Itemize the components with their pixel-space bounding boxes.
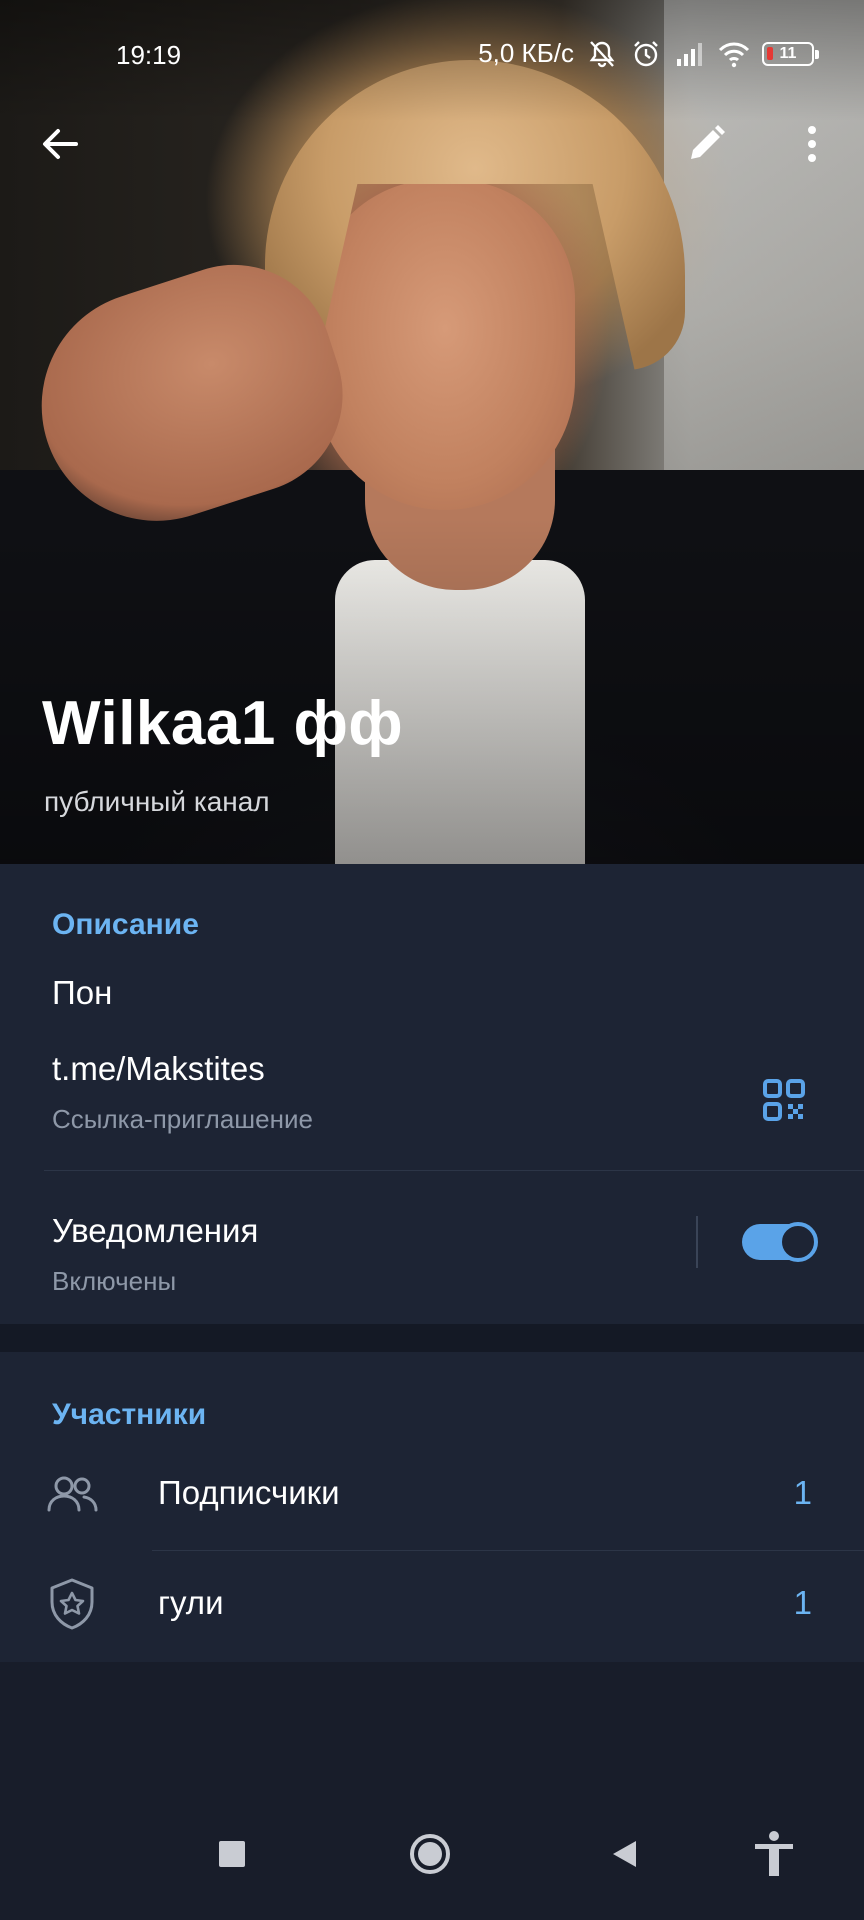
more-options-button[interactable] bbox=[776, 108, 848, 180]
subscribers-row[interactable]: Подписчики 1 bbox=[0, 1440, 864, 1550]
more-vertical-icon bbox=[808, 126, 816, 162]
bell-muted-icon bbox=[589, 40, 615, 67]
notifications-toggle[interactable] bbox=[742, 1222, 818, 1262]
admins-row[interactable]: гули 1 bbox=[0, 1550, 864, 1660]
subscribers-label: Подписчики bbox=[158, 1474, 340, 1511]
invite-link[interactable]: t.me/Makstites bbox=[52, 1050, 265, 1088]
notifications-state: Включены bbox=[52, 1266, 177, 1296]
description-section-title: Описание bbox=[52, 908, 199, 941]
alarm-icon bbox=[634, 40, 658, 66]
status-indicators: 5,0 КБ/с 11 bbox=[478, 38, 819, 69]
channel-description: Пон bbox=[52, 974, 113, 1011]
signal-icon bbox=[677, 42, 702, 66]
toggle-knob bbox=[778, 1222, 818, 1262]
invite-link-caption: Ссылка-приглашение bbox=[52, 1104, 313, 1134]
section-gap bbox=[0, 1324, 864, 1352]
members-section-title: Участники bbox=[52, 1398, 207, 1431]
members-section: Участники Подписчики 1 гули 1 bbox=[0, 1352, 864, 1662]
vertical-separator bbox=[696, 1216, 698, 1268]
status-time: 19:19 bbox=[116, 40, 182, 70]
system-navigation-bar bbox=[0, 1800, 864, 1920]
back-nav-button[interactable] bbox=[594, 1824, 654, 1884]
battery-icon: 11 bbox=[762, 41, 819, 66]
back-triangle-icon bbox=[613, 1841, 636, 1867]
channel-title: Wilkaa1 фф bbox=[42, 689, 404, 758]
accessibility-button[interactable] bbox=[744, 1824, 804, 1884]
home-circle-icon bbox=[410, 1834, 450, 1874]
recents-button[interactable] bbox=[202, 1824, 262, 1884]
wifi-icon bbox=[718, 42, 750, 67]
people-icon bbox=[47, 1476, 98, 1512]
info-section: Описание Пон t.me/Makstites Ссылка-пригл… bbox=[0, 864, 864, 1324]
admins-label: гули bbox=[158, 1584, 224, 1621]
back-button[interactable] bbox=[24, 108, 96, 180]
battery-fill bbox=[767, 46, 773, 60]
home-button[interactable] bbox=[400, 1824, 460, 1884]
network-speed: 5,0 КБ/с bbox=[478, 38, 574, 68]
edit-button[interactable] bbox=[670, 108, 742, 180]
divider bbox=[44, 1170, 864, 1171]
admins-count: 1 bbox=[793, 1584, 812, 1621]
recents-square-icon bbox=[219, 1841, 245, 1867]
qr-code-icon bbox=[763, 1079, 805, 1121]
status-bar: 19:19 5,0 КБ/с 11 bbox=[0, 0, 864, 110]
subscribers-count: 1 bbox=[793, 1474, 812, 1511]
accessibility-icon bbox=[755, 1831, 793, 1876]
pencil-icon bbox=[691, 125, 725, 159]
battery-level: 11 bbox=[779, 44, 797, 62]
qr-code-button[interactable] bbox=[752, 1068, 816, 1132]
channel-type: публичный канал bbox=[44, 786, 270, 817]
back-arrow-icon bbox=[43, 129, 78, 159]
notifications-label: Уведомления bbox=[52, 1212, 259, 1249]
notifications-row[interactable]: Уведомления Включены bbox=[0, 1176, 864, 1316]
shield-star-icon bbox=[50, 1578, 94, 1630]
channel-profile-screen: Wilkaa1 фф публичный канал 19:19 5,0 КБ/… bbox=[0, 0, 864, 1920]
